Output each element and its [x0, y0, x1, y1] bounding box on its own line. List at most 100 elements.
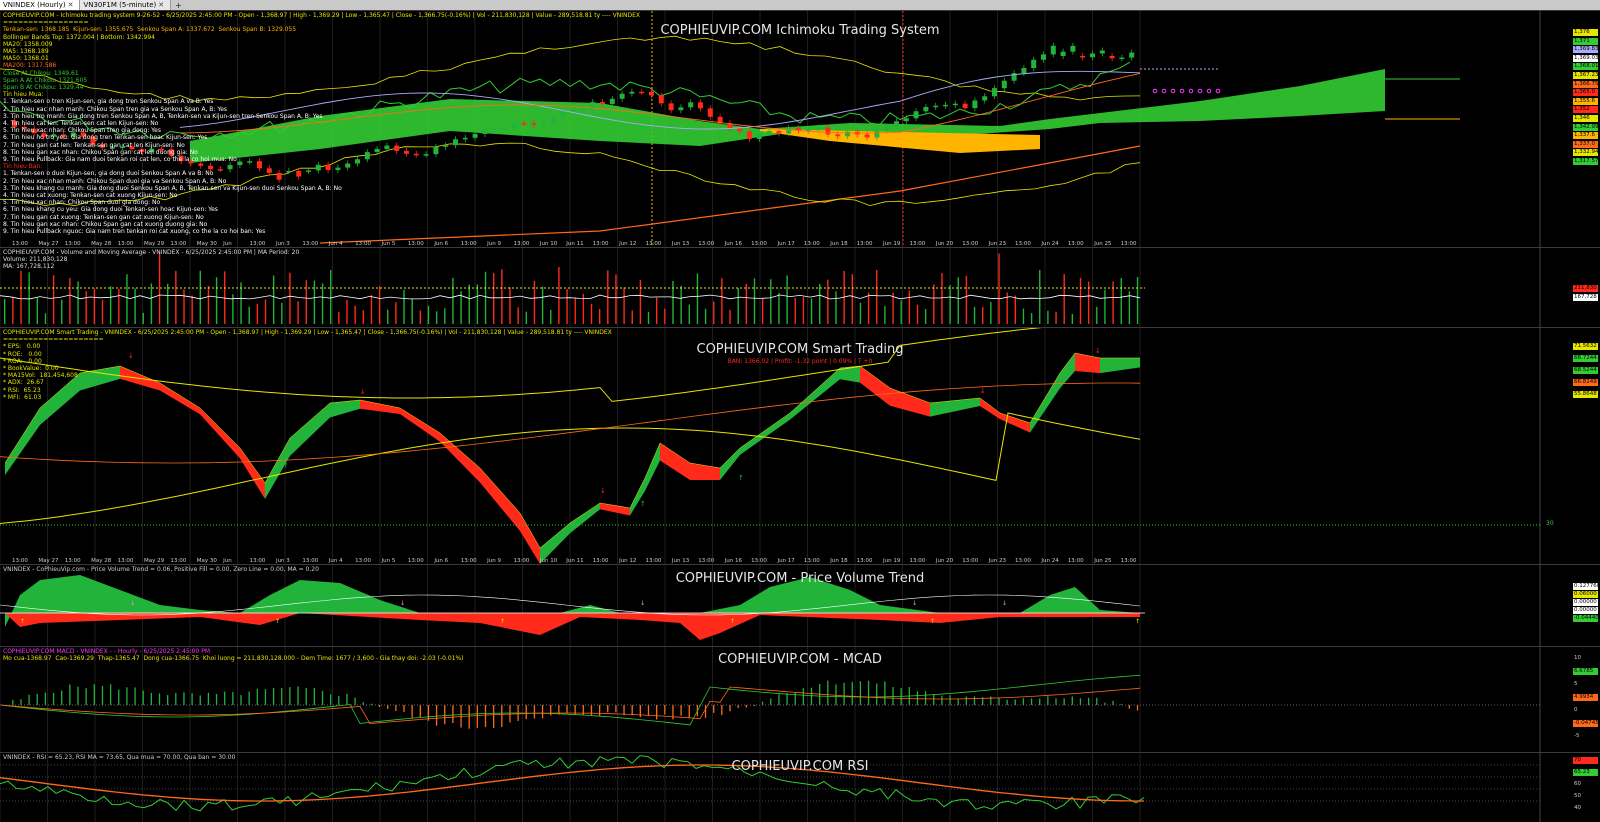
- tab-bar: VNINDEX (Hourly) ✕ VN30F1M (5-minute) ✕ …: [0, 0, 1600, 10]
- macd-histogram-bar: [215, 693, 218, 705]
- macd-histogram-bar: [354, 697, 356, 705]
- price-tag: 1,369.83: [1573, 46, 1599, 54]
- forecast-dot: [1179, 88, 1185, 94]
- macd-histogram-bar: [949, 695, 951, 705]
- signal-arrow: ↑: [738, 474, 744, 482]
- macd-histogram-bar: [892, 687, 894, 705]
- info-line: 4. Tin hieu cat len: Tenkan-sen cat len …: [3, 120, 159, 128]
- price-tag: 68.7244: [1573, 355, 1598, 362]
- macd-histogram-bar: [1096, 697, 1098, 705]
- volume-bar: [4, 299, 6, 324]
- price-tag: 1,332.94: [1573, 149, 1599, 157]
- macd-histogram-bar: [419, 705, 421, 718]
- macd-histogram-bar: [142, 690, 144, 705]
- volume-bar: [802, 296, 805, 324]
- macd-header-2: Mo cua-1368.97 Cao-1369.29 Thap-1365.47 …: [3, 655, 464, 662]
- volume-bar: [199, 270, 201, 324]
- candle: [707, 108, 713, 117]
- macd-histogram-bar: [403, 705, 405, 713]
- forecast-dot: [1215, 88, 1221, 94]
- candle: [658, 95, 664, 104]
- volume-bar: [778, 292, 780, 324]
- macd-histogram-bar: [199, 695, 201, 705]
- volume-bar: [395, 302, 397, 324]
- volume-info-panel: COPHIEUVIP.COM - Volume and Moving Avera…: [3, 249, 299, 271]
- close-icon[interactable]: ✕: [158, 0, 164, 10]
- pvt-pane[interactable]: ↑ ↓ ↑ ↓ ↑ ↓ ↑ ↓ ↑ ↓ ↑ COPHIEUVIP.COM - Price Volum…: [0, 564, 1600, 647]
- macd-histogram-bar: [550, 705, 552, 716]
- volume-bar: [419, 310, 422, 324]
- volume-bar: [745, 283, 748, 324]
- candle: [776, 131, 782, 134]
- trend-ribbon: [630, 478, 645, 516]
- tab-vnindex-hourly[interactable]: VNINDEX (Hourly) ✕: [0, 0, 81, 10]
- pvt-signal-arrow: ↑: [930, 618, 935, 625]
- volume-bar: [142, 312, 144, 324]
- trend-ribbon: [930, 398, 980, 417]
- ichimoku-pane[interactable]: COPHIEUVIP.COM Ichimoku Trading System C…: [0, 10, 1600, 248]
- macd-histogram-bar: [998, 697, 1000, 705]
- volume-pane[interactable]: COPHIEUVIP.COM - Volume and Moving Avera…: [0, 247, 1600, 328]
- macd-histogram-bar: [1055, 698, 1057, 705]
- tab-vn30f1m-5min[interactable]: VN30F1M (5-minute) ✕: [80, 0, 172, 10]
- pvt-signal-arrow: ↑: [275, 618, 280, 625]
- price-tag: 5: [1573, 681, 1598, 688]
- info-line: 5. Tin hieu xac nhan: Chikou Span duoi g…: [3, 199, 161, 207]
- candle: [756, 132, 762, 139]
- price-tag: 1,355.6: [1573, 97, 1598, 105]
- macd-histogram-bar: [338, 695, 340, 705]
- macd-histogram-bar: [639, 705, 641, 718]
- trend-ribbon: [290, 403, 330, 456]
- volume-bar: [338, 311, 340, 324]
- volume-bar: [28, 272, 30, 324]
- macd-histogram-bar: [647, 705, 650, 716]
- volume-bar: [167, 283, 169, 324]
- info-line: Tenkan-sen: 1368.185 Kijun-sen: 1355.675…: [3, 26, 297, 34]
- macd-histogram-bar: [525, 705, 527, 720]
- macd-histogram-bar: [61, 690, 63, 705]
- macd-histogram-bar: [761, 701, 764, 705]
- price-tag: 1,337.0: [1573, 140, 1598, 148]
- price-tag: 0.06000: [1573, 591, 1598, 598]
- pvt-signal-arrow: ↓: [1002, 600, 1007, 607]
- close-icon[interactable]: ✕: [68, 0, 74, 10]
- candle: [786, 128, 792, 134]
- macd-histogram-bar: [607, 705, 609, 713]
- macd-histogram-bar: [289, 687, 291, 705]
- candle: [864, 134, 870, 138]
- volume-bar: [884, 306, 886, 324]
- macd-histogram-bar: [1087, 697, 1090, 705]
- macd-histogram-bar: [126, 687, 128, 705]
- info-line: * MFI: 61.03: [3, 393, 42, 401]
- info-line: * MA15Vol: 181,454,608: [3, 372, 78, 380]
- rsi-pane[interactable]: COPHIEUVIP.COM RSI VNINDEX - RSI = 65.23…: [0, 752, 1600, 822]
- volume-bar: [435, 311, 438, 324]
- price-tag: 1,366.75: [1573, 80, 1599, 88]
- volume-bar: [354, 305, 356, 324]
- trend-ribbon: [570, 503, 600, 534]
- price-tag: 1,368.01: [1573, 63, 1599, 71]
- pvt-negative-area: [5, 613, 1140, 640]
- volume-bar: [631, 310, 633, 324]
- candle: [1031, 59, 1037, 69]
- macd-histogram-bar: [1063, 698, 1065, 705]
- macd-histogram-bar: [118, 689, 120, 705]
- volume-bar: [44, 313, 47, 324]
- signal-arrow: ↓: [980, 387, 986, 395]
- tab-label: VN30F1M (5-minute): [83, 1, 157, 9]
- info-line: * EPS: 0.00: [3, 343, 41, 351]
- volume-bar: [827, 279, 829, 324]
- price-tag: 65.23: [1573, 769, 1598, 776]
- volume-bar: [647, 311, 650, 324]
- price-tag: 1,337.6: [1573, 132, 1598, 140]
- smart-trading-pane[interactable]: ↓ ↓ ↓ ↓ ↓ ↑ ↑ ↑ ↑ ↑ ↑ 30 COPHIEUVIP.COM Smart Tradi…: [0, 327, 1600, 565]
- macd-histogram-bar: [158, 693, 161, 705]
- price-tag: 68.5244: [1573, 367, 1598, 374]
- info-line: Tin hieu Mua:: [3, 91, 44, 99]
- volume-bar: [321, 283, 324, 324]
- macd-pane[interactable]: COPHIEUVIP.COM - MCAD COPHIEUVIP.COM MAC…: [0, 646, 1600, 753]
- plus-icon[interactable]: +: [171, 1, 186, 10]
- macd-histogram-bar: [1030, 698, 1033, 705]
- info-line: 5. Tin hieu xac nhan: Chikou Span tren g…: [3, 127, 161, 135]
- candle: [649, 91, 654, 96]
